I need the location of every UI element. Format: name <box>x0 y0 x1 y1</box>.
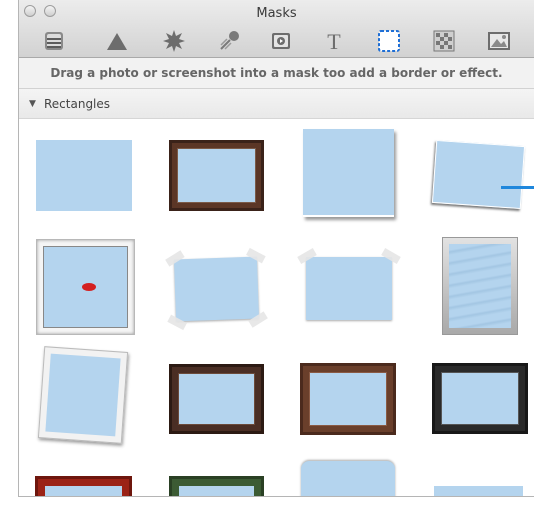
tape-corner <box>165 250 185 267</box>
mask-item[interactable] <box>169 140 264 211</box>
window-title: Masks <box>256 6 297 21</box>
mask-photo-area <box>309 372 387 426</box>
tape-corner <box>246 247 266 264</box>
mask-item[interactable] <box>432 363 528 434</box>
mask-icon[interactable] <box>374 26 404 56</box>
mask-photo-area <box>45 486 122 496</box>
mask-item[interactable] <box>37 346 129 444</box>
mask-item[interactable] <box>300 363 396 435</box>
starburst-icon[interactable] <box>159 26 189 56</box>
mask-item[interactable] <box>169 364 264 434</box>
mask-photo-area <box>449 244 511 328</box>
disclosure-triangle-icon[interactable]: ▼ <box>29 89 36 119</box>
mask-item[interactable] <box>434 486 523 496</box>
lips-sticker <box>82 283 96 291</box>
mask-photo-area <box>43 246 128 328</box>
shape-icon[interactable] <box>102 26 132 56</box>
mask-item[interactable] <box>36 239 135 335</box>
title-bar: Masks T <box>19 0 534 58</box>
masks-window: Masks T Drag a photo or screenshot into … <box>18 0 534 497</box>
mask-photo-area <box>441 372 519 425</box>
tape-corner <box>248 311 268 328</box>
scroll-indicator[interactable] <box>501 186 534 189</box>
picture-icon[interactable] <box>484 26 514 56</box>
mask-item[interactable] <box>297 248 401 320</box>
text-icon[interactable]: T <box>319 26 349 56</box>
mask-item[interactable] <box>169 476 264 496</box>
mask-item[interactable] <box>431 139 526 210</box>
mask-item[interactable] <box>36 140 132 211</box>
movie-icon[interactable] <box>266 26 296 56</box>
tape-corner <box>297 248 317 264</box>
mask-item[interactable] <box>303 129 394 217</box>
mask-photo-area <box>179 486 254 496</box>
instruction-text: Drag a photo or screenshot into a mask t… <box>19 58 534 89</box>
mask-item[interactable] <box>442 237 518 335</box>
mask-item[interactable] <box>35 476 132 496</box>
mask-grid <box>19 119 534 496</box>
section-label: Rectangles <box>44 97 111 111</box>
mask-item[interactable] <box>165 247 268 331</box>
tape-corner <box>381 248 401 264</box>
mask-item[interactable] <box>301 461 395 496</box>
mask-photo-area <box>178 373 255 425</box>
mask-photo-area <box>45 353 121 437</box>
brush-icon[interactable] <box>214 26 244 56</box>
tape-corner <box>167 314 187 331</box>
toolbar: T <box>19 26 534 56</box>
mask-photo-area <box>177 148 256 203</box>
widget-icon[interactable] <box>39 26 69 56</box>
svg-text:T: T <box>327 29 341 53</box>
pattern-icon[interactable] <box>429 26 459 56</box>
section-header-rectangles[interactable]: ▼ Rectangles <box>19 89 534 119</box>
